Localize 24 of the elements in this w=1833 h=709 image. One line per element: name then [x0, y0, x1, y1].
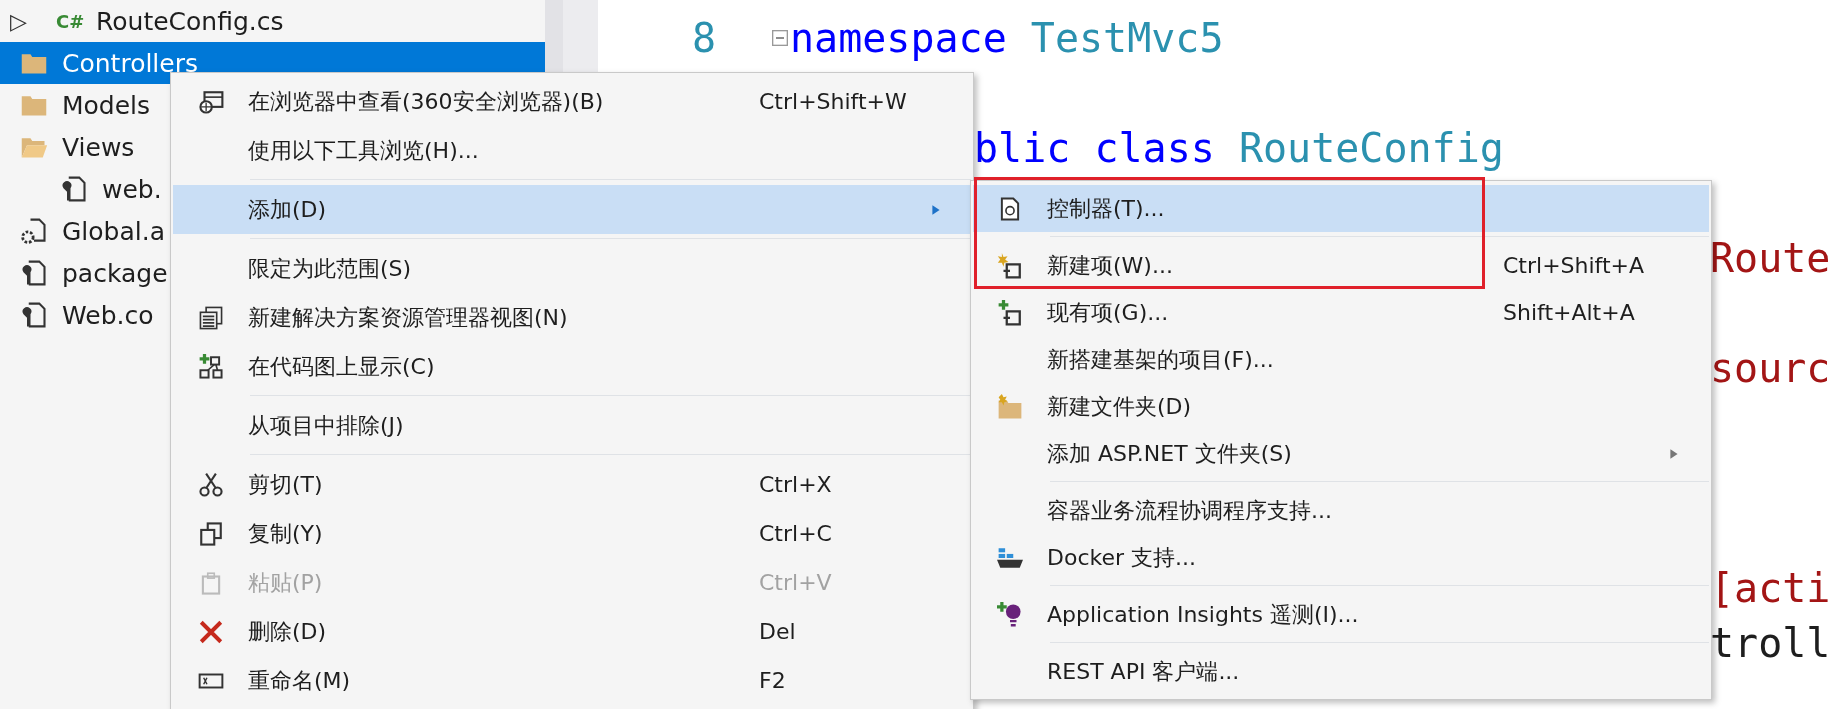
- code-text: sourc: [1710, 344, 1831, 391]
- code-text: troll: [1710, 619, 1831, 666]
- shortcut-text: Ctrl+Shift+W: [759, 89, 908, 114]
- code-text: Route: [1710, 234, 1831, 281]
- line-number: 8: [692, 14, 718, 61]
- shortcut-text: F2: [759, 668, 787, 693]
- shortcut-text: Ctrl+X: [759, 472, 833, 497]
- code-text: blic class RouteConfig: [974, 124, 1504, 171]
- tree-item-label: Models: [62, 90, 151, 120]
- tree-item-label: RouteConfig.cs: [96, 6, 284, 36]
- shortcut-text: Ctrl+C: [759, 521, 833, 546]
- shortcut-text: Del: [759, 619, 797, 644]
- tree-item-label: Controllers: [62, 48, 198, 78]
- tree-item-label: Global.a: [62, 216, 165, 246]
- code-text: namespace TestMvc5: [790, 14, 1224, 61]
- tree-item-label: web.: [102, 174, 162, 204]
- shortcut-text: Ctrl+Shift+A: [1503, 253, 1646, 278]
- shortcut-text: Ctrl+V: [759, 570, 833, 595]
- code-text: [acti: [1710, 564, 1831, 611]
- tree-item-label: Web.co: [62, 300, 154, 330]
- shortcut-text: Shift+Alt+A: [1503, 300, 1636, 325]
- tree-item-label: package: [62, 258, 168, 288]
- tree-item-label: Views: [62, 132, 135, 162]
- csharp-file-icon: C#: [56, 10, 82, 32]
